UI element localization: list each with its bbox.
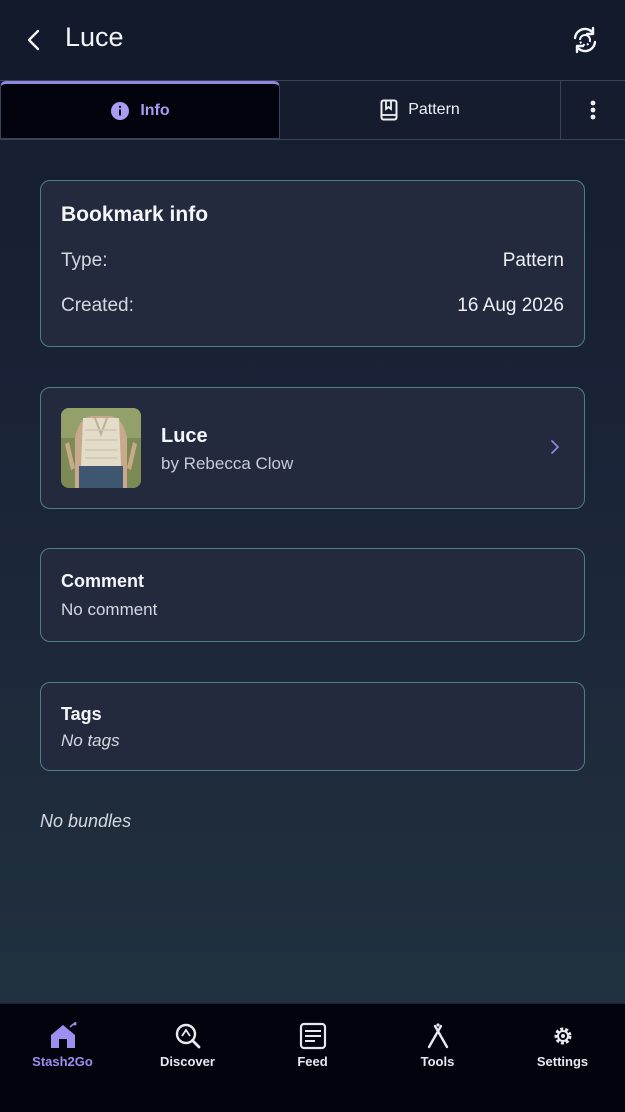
created-value: 16 Aug 2026: [457, 295, 564, 316]
pattern-name: Luce: [161, 425, 208, 447]
nav-discover-label: Discover: [160, 1054, 215, 1069]
chevron-left-icon: [27, 29, 40, 51]
tab-info[interactable]: Info: [0, 81, 280, 139]
comment-title: Comment: [61, 571, 145, 591]
type-label: Type:: [61, 250, 108, 271]
pattern-card[interactable]: Luce by Rebecca Clow: [40, 387, 585, 509]
nav-settings[interactable]: Settings: [500, 1004, 625, 1112]
info-icon: [111, 102, 130, 120]
nav-settings-label: Settings: [536, 1054, 589, 1069]
bookmark-info-card: Bookmark info Type: Pattern Created: 16 …: [40, 180, 585, 347]
tab-pattern-label: Pattern: [408, 101, 460, 118]
comment-card[interactable]: Comment No comment: [40, 548, 585, 642]
nav-feed-label: Feed: [297, 1054, 328, 1069]
nav-stash2go-label: Stash2Go: [32, 1054, 93, 1069]
nav-tools-label: Tools: [420, 1054, 455, 1069]
pattern-author: by Rebecca Clow: [161, 454, 294, 473]
settings-icon: [554, 1027, 571, 1045]
page-title: Luce: [65, 22, 124, 52]
nav-tools[interactable]: Tools: [375, 1004, 500, 1112]
type-value: Pattern: [502, 250, 564, 271]
tab-bar: Info Pattern: [0, 80, 625, 140]
chevron-right-icon: [551, 440, 559, 454]
sync-icon: [573, 26, 597, 54]
pattern-thumbnail: [61, 408, 141, 488]
nav-feed[interactable]: Feed: [250, 1004, 375, 1112]
back-button[interactable]: [18, 24, 50, 56]
created-label: Created:: [61, 295, 134, 316]
tools-icon: [427, 1023, 448, 1049]
comment-text: No comment: [61, 600, 158, 619]
tab-pattern[interactable]: Pattern: [280, 81, 561, 139]
more-options-button[interactable]: [561, 81, 625, 139]
nav-discover[interactable]: Discover: [125, 1004, 250, 1112]
bottom-nav: Stash2Go Discover Feed Tools Settings: [0, 1003, 625, 1112]
tab-info-label: Info: [140, 102, 170, 119]
tags-card[interactable]: Tags No tags: [40, 682, 585, 771]
tags-title: Tags: [61, 704, 102, 724]
discover-icon: [175, 1023, 200, 1049]
more-vertical-icon: [590, 100, 596, 120]
no-bundles-text: No bundles: [40, 811, 132, 831]
tags-text: No tags: [61, 731, 120, 750]
app-header: Luce: [0, 0, 625, 80]
home-icon: [50, 1022, 76, 1048]
book-icon: [380, 99, 398, 121]
sync-button[interactable]: [567, 22, 603, 58]
bookmark-info-title: Bookmark info: [61, 203, 209, 226]
nav-stash2go[interactable]: Stash2Go: [0, 1004, 125, 1112]
feed-icon: [299, 1022, 326, 1050]
